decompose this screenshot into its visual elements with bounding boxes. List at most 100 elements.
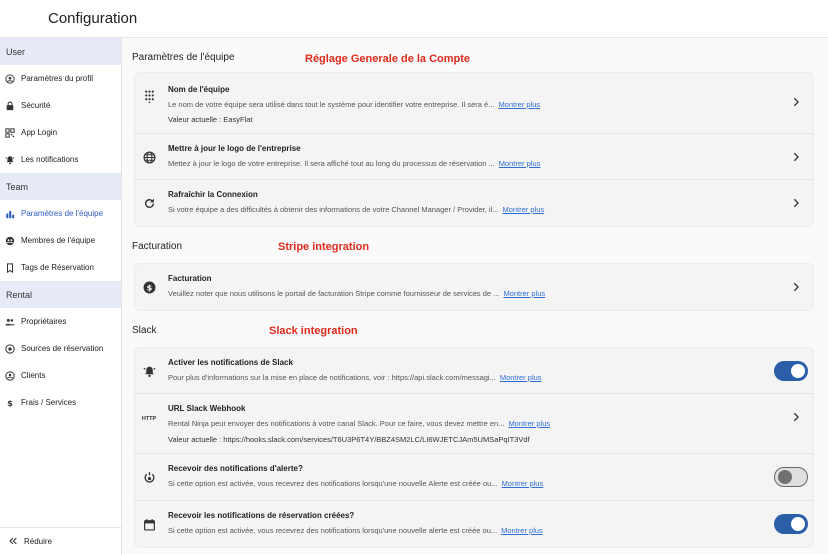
source-icon [5,343,15,354]
row-description: Mettez à jour le logo de votre entrepris… [168,159,541,168]
sidebar-item-label: Frais / Services [21,398,77,407]
slack-card: Activer les notifications de Slack Pour … [134,347,814,548]
calendar-icon [142,517,156,531]
row-description: Si cette option est activée, vous recevr… [168,526,543,535]
sidebar-item-label: App Login [21,128,58,137]
reservation-notifications-row[interactable]: Recevoir les notifications de réservatio… [135,501,813,547]
show-more-link[interactable]: Montrer plus [498,100,540,109]
row-description: Pour plus d'informations sur la mise en … [168,373,542,382]
team-circle-icon [5,236,15,246]
row-description: Si votre équipe a des difficultés à obte… [168,205,545,214]
show-more-link[interactable]: Montrer plus [500,373,542,382]
refresh-connection-row[interactable]: Rafraîchir la Connexion Si votre équipe … [135,180,813,226]
collapse-sidebar-button[interactable]: Réduire [0,527,121,554]
sidebar-item-team-settings[interactable]: Paramètres de l'équipe [0,200,121,227]
client-icon [5,370,15,381]
slack-notifications-toggle[interactable] [774,361,808,381]
billing-annotation: Stripe integration [278,241,370,253]
current-value: Valeur actuelle : https://hooks.slack.co… [168,435,530,444]
dollar-circle-icon: $ [142,280,156,294]
slack-section-title: Slack [132,325,157,336]
refresh-icon [142,196,156,210]
show-more-link[interactable]: Montrer plus [499,159,541,168]
sidebar-item-label: Les notifications [21,155,79,164]
sidebar-item-label: Propriétaires [21,317,67,326]
sidebar-item-label: Clients [21,371,46,380]
row-description: Le nom de votre équipe sera utilisé dans… [168,100,541,109]
sidebar-item-booking-sources[interactable]: Sources de réservation [0,335,121,362]
sidebar-item-team-members[interactable]: Membres de l'équipe [0,227,121,254]
row-title: URL Slack Webhook [168,404,246,413]
sidebar-item-clients[interactable]: Clients [0,362,121,389]
sidebar-item-label: Paramètres de l'équipe [21,209,104,218]
sidebar-item-fees-services[interactable]: $ Frais / Services [0,389,121,416]
bookmark-icon [5,262,15,273]
row-title: Rafraîchir la Connexion [168,190,258,199]
team-section-title: Paramètres de l'équipe [132,52,235,63]
sidebar-item-label: Sources de réservation [21,344,104,353]
slack-webhook-row[interactable]: HTTP URL Slack Webhook Rental Ninja peut… [135,394,813,454]
toggle-knob [778,469,792,484]
billing-section-title: Facturation [132,241,183,252]
chevron-right-icon [793,412,799,422]
slack-notifications-row[interactable]: Activer les notifications de Slack Pour … [135,348,813,394]
team-settings-card: Nom de l'équipe Le nom de votre équipe s… [134,72,814,227]
show-more-link[interactable]: Montrer plus [501,526,543,535]
row-title: Nom de l'équipe [168,85,230,94]
lock-icon [5,101,15,111]
dialpad-icon [142,89,156,103]
http-icon: HTTP [141,416,157,422]
sidebar: User Paramètres du profil Sécurité App L… [0,38,122,554]
page-title: Configuration [48,10,138,27]
sidebar-section-team: Team [0,173,121,200]
sidebar-section-rental: Rental [0,281,121,308]
current-value: Valeur actuelle : EasyFlat [168,115,253,124]
svg-text:$: $ [7,398,13,408]
sidebar-item-profile[interactable]: Paramètres du profil [0,65,121,92]
toggle-knob [791,364,805,378]
row-title: Recevoir des notifications d'alerte? [168,464,303,473]
company-logo-row[interactable]: Mettre à jour le logo de l'entreprise Me… [135,134,813,180]
sidebar-item-app-login[interactable]: App Login [0,119,121,146]
sidebar-section-user: User [0,38,121,65]
double-chevron-left-icon [9,537,17,545]
dollar-icon: $ [5,398,15,408]
row-description: Si cette option est activée, vous recevr… [168,479,544,488]
sidebar-item-label: Membres de l'équipe [21,236,96,245]
slack-annotation: Slack integration [269,325,358,337]
show-more-link[interactable]: Montrer plus [502,479,544,488]
row-title: Facturation [168,274,212,283]
globe-icon [142,150,156,164]
sidebar-item-owners[interactable]: Propriétaires [0,308,121,335]
sidebar-item-label: Sécurité [21,101,51,110]
toggle-knob [791,517,805,531]
team-name-row[interactable]: Nom de l'équipe Le nom de votre équipe s… [135,73,813,134]
notification-bell-icon [5,155,15,165]
show-more-link[interactable]: Montrer plus [503,289,545,298]
sidebar-item-booking-tags[interactable]: Tags de Réservation [0,254,121,281]
qr-code-icon [5,127,15,138]
team-annotation: Réglage Generale de la Compte [305,53,471,65]
sidebar-item-notifications[interactable]: Les notifications [0,146,121,173]
billing-card: $ Facturation Veuillez noter que nous ut… [134,263,814,311]
show-more-link[interactable]: Montrer plus [502,205,544,214]
account-circle-icon [5,73,15,84]
chevron-right-icon [793,198,799,208]
billing-row[interactable]: $ Facturation Veuillez noter que nous ut… [135,264,813,310]
sidebar-item-security[interactable]: Sécurité [0,92,121,119]
collapse-label: Réduire [24,536,53,546]
row-description: Rental Ninja peut envoyer des notificati… [168,419,551,428]
people-icon [5,317,15,327]
alert-power-icon [142,470,156,484]
notification-active-icon [142,364,156,378]
svg-text:$: $ [146,282,152,292]
row-description: Veuillez noter que nous utilisons le por… [168,289,546,298]
main-content: Paramètres de l'équipe Réglage Generale … [122,38,828,554]
reservation-notifications-toggle[interactable] [774,514,808,534]
chevron-right-icon [793,152,799,162]
alert-notifications-row[interactable]: Recevoir des notifications d'alerte? Si … [135,454,813,501]
bar-chart-icon [5,209,15,219]
show-more-link[interactable]: Montrer plus [508,419,550,428]
sidebar-item-label: Tags de Réservation [21,263,94,272]
alert-notifications-toggle[interactable] [774,467,808,487]
